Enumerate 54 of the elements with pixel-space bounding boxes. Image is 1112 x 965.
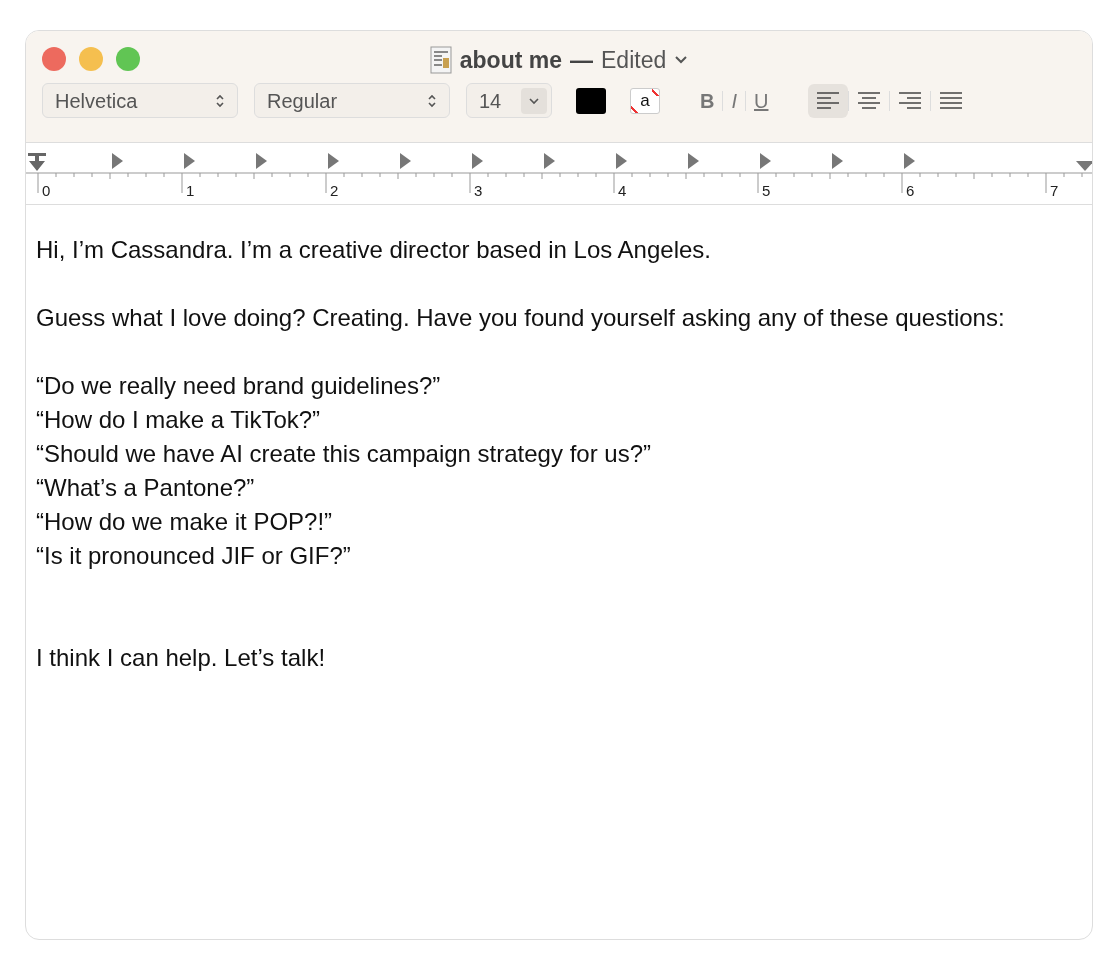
tab-stop-icon[interactable] [328,153,339,169]
text-line: I think I can help. Let’s talk! [36,643,327,673]
text-line: “Is it pronounced JIF or GIF?” [36,541,352,571]
tab-stop-icon[interactable] [256,153,267,169]
background-color-well[interactable]: a [630,87,660,114]
align-justify-icon [940,91,963,110]
ruler-number: 7 [1050,182,1059,199]
align-left-icon [817,91,840,110]
title-separator: — [570,46,593,75]
tab-stop-icon[interactable] [832,153,843,169]
indent-marker-icon[interactable] [28,153,46,171]
tab-stop-icon[interactable] [616,153,627,169]
align-right-icon [899,91,922,110]
right-margin-icon[interactable] [1076,161,1092,171]
chevron-icon[interactable] [674,55,689,66]
ruler-number: 3 [474,182,483,199]
ruler-number: 6 [906,182,915,199]
dropdown-icon[interactable] [521,87,547,114]
close-button[interactable] [42,47,66,71]
bold-button[interactable]: B [692,85,723,116]
ruler-number: 5 [762,182,771,199]
text-line: “Do we really need brand guidelines?” [36,371,442,401]
text-line: “What’s a Pantone?” [36,473,256,503]
font-style-dropdown[interactable]: Regular [254,83,450,118]
text-line: “How do I make a TikTok?” [36,405,322,435]
underline-button[interactable]: U [746,85,777,116]
window-title: about me [459,46,562,75]
tab-stop-icon[interactable] [184,153,195,169]
text-line: Hi, I’m Cassandra. I’m a creative director based in Los Angeles. [36,235,712,265]
text-line: “How do we make it POP?!” [36,507,334,537]
ruler-number: 0 [42,182,51,199]
tab-stop-icon[interactable] [400,153,411,169]
ruler-number: 2 [330,182,339,199]
align-left-button[interactable] [808,83,849,118]
edited-status[interactable]: Edited [601,43,667,78]
align-center-icon [858,91,881,110]
ruler-number: 4 [618,182,627,199]
tab-stop-icon[interactable] [112,153,123,169]
tab-stop-icon[interactable] [472,153,483,169]
font-family-dropdown[interactable]: Helvetica [42,83,238,118]
tab-stop-icon[interactable] [544,153,555,169]
stepper-icon [427,92,437,109]
ruler[interactable]: 0 1 2 3 4 5 6 7 [26,143,1092,205]
ruler-number: 1 [186,182,195,199]
tab-stop-icon[interactable] [760,153,771,169]
italic-button[interactable]: I [723,85,745,116]
text-line: “Should we have AI create this campaign strategy for us?” [36,439,652,469]
text-color-well[interactable] [576,87,606,114]
font-size-field[interactable]: 14 [466,83,552,118]
tab-stop-icon[interactable] [904,153,915,169]
tab-stop-icon[interactable] [688,153,699,169]
document-icon [429,46,452,75]
text-line: Guess what I love doing? Creating. Have you found yourself asking any of these questions: [36,303,1006,333]
stepper-icon [215,92,225,109]
